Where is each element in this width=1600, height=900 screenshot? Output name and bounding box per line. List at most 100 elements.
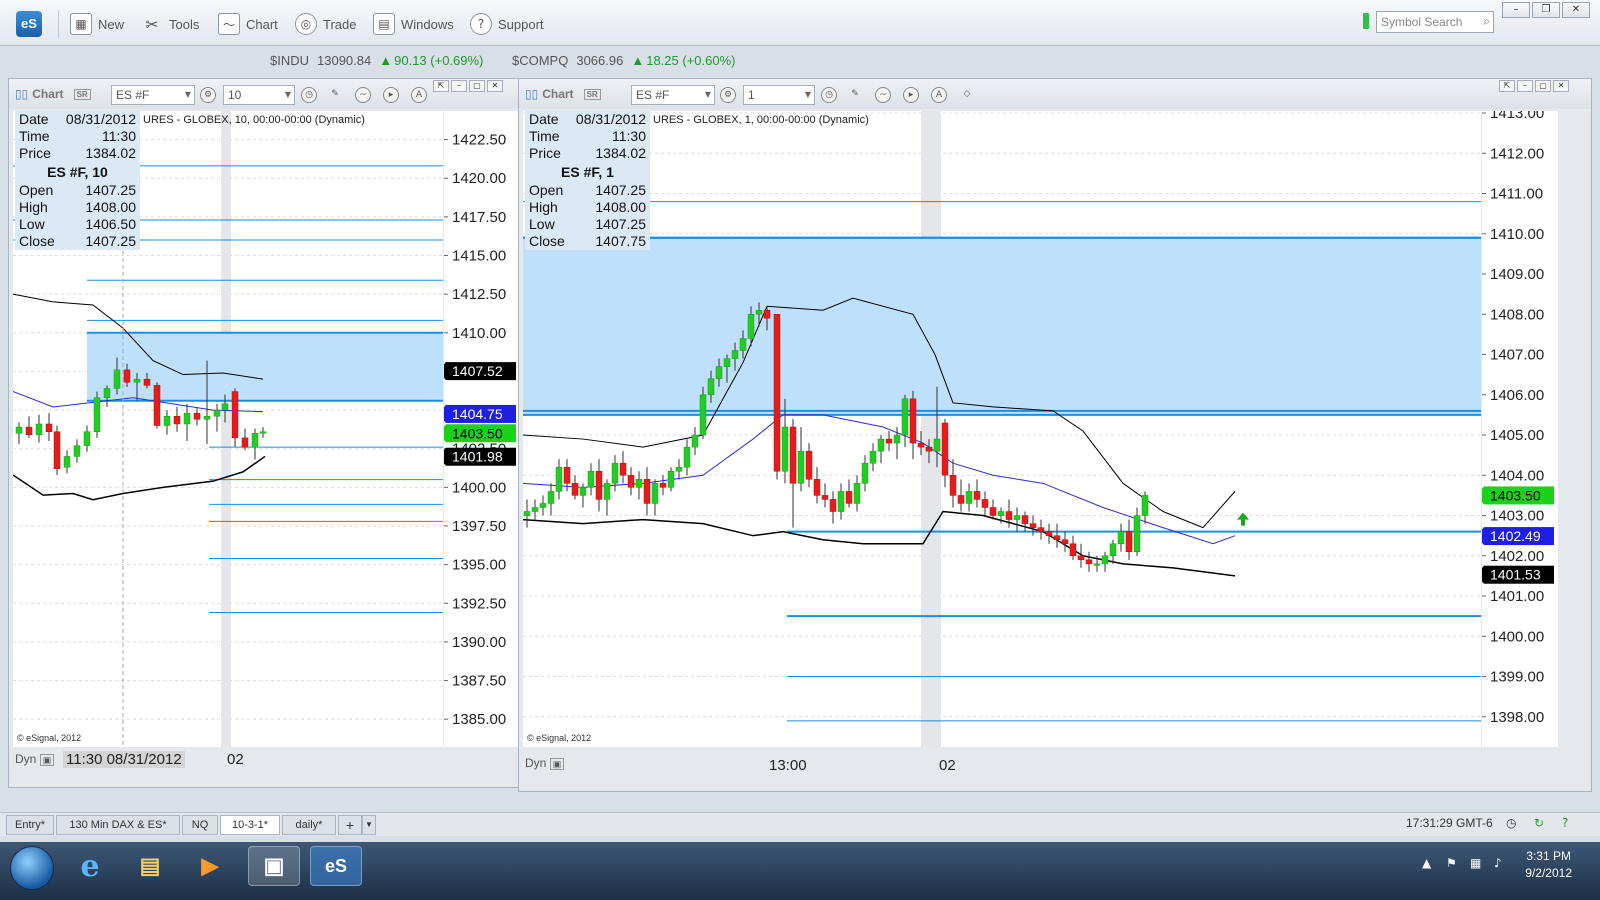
left-symbol-select[interactable]: ES #F ▼ <box>111 85 195 105</box>
down-candle <box>627 475 635 488</box>
symbol-search-input[interactable]: Symbol Search ⌕ <box>1376 11 1494 33</box>
left-interval-select[interactable]: 10 ▼ <box>223 85 295 105</box>
left-chart-header: ▯▯ Chart SR ES #F ▼ ⚙ 10 ▼ ◷ ✎ ~ ▸ A ⇱ – ▢… <box>9 79 525 109</box>
left-price-plot[interactable]: Date 08/31/2012 Time 11:30 Price 1384.02 ES… <box>13 111 443 747</box>
dw-close-label: Close <box>19 233 55 249</box>
pencil-icon[interactable]: ✎ <box>847 87 863 103</box>
right-chart-maximize-button[interactable]: ▢ <box>1535 80 1551 92</box>
refresh-status-icon[interactable]: ↻ <box>1534 816 1544 830</box>
up-candle <box>675 466 683 472</box>
tab-entry[interactable]: Entry* <box>6 815 54 835</box>
internet-explorer-icon[interactable]: e <box>64 846 116 886</box>
axis-tick-label: 1409.00 <box>1490 266 1544 283</box>
clock-icon[interactable]: ◷ <box>301 87 317 103</box>
down-candle <box>989 507 997 516</box>
restore-window-button[interactable]: ❐ <box>1532 2 1560 18</box>
right-data-window: Date 08/31/2012 Time 11:30 Price 1384.02 ES… <box>525 111 650 250</box>
left-chart-pin-button[interactable]: ⇱ <box>433 80 449 92</box>
right-dyn-button[interactable]: Dyn ▣ <box>525 756 565 770</box>
left-chart-legend: URES - GLOBEX, 10, 00:00-00:00 (Dynamic) <box>143 114 365 126</box>
axis-tick-label: 1420.00 <box>452 170 506 187</box>
clock-icon[interactable]: ◷ <box>821 87 837 103</box>
down-candle <box>1045 531 1053 536</box>
tools-icon: ✂ <box>145 14 159 34</box>
esignal-logo[interactable]: eS <box>16 11 42 37</box>
right-price-plot[interactable]: Date 08/31/2012 Time 11:30 Price 1384.02 ES… <box>523 111 1481 747</box>
tools-button[interactable]: ✂ Tools <box>141 12 199 36</box>
price-tag-pointer <box>438 447 446 466</box>
new-button[interactable]: ▦ New <box>70 12 124 36</box>
up-candle <box>251 433 259 448</box>
left-chart-minimize-button[interactable]: – <box>451 80 467 92</box>
search-icon[interactable]: ⌕ <box>1483 14 1490 29</box>
right-candlestick-chart[interactable] <box>523 111 1481 747</box>
clock-status-icon[interactable]: ◷ <box>1506 816 1516 830</box>
down-candle <box>925 446 933 452</box>
settings-gear-icon[interactable]: ⚙ <box>200 87 216 103</box>
annotation-icon[interactable]: A <box>411 87 427 103</box>
axis-tick-label: 1412.00 <box>1490 145 1544 162</box>
volume-icon[interactable]: ♪ <box>1494 856 1502 870</box>
right-chart-pin-button[interactable]: ⇱ <box>1499 80 1515 92</box>
left-chart-close-button[interactable]: ✕ <box>487 80 503 92</box>
right-price-axis[interactable]: 1413.00 1412.00 1411.00 1410.00 1409.00 1408.… <box>1476 105 1558 747</box>
flag-icon[interactable]: ⚑ <box>1446 856 1457 870</box>
settings-gear-icon[interactable]: ⚙ <box>720 87 736 103</box>
support-button[interactable]: ? Support <box>470 12 544 36</box>
play-icon[interactable]: ▸ <box>383 87 399 103</box>
left-price-axis[interactable]: 1422.50 1420.00 1417.50 1415.00 1412.50 1410.… <box>438 111 522 747</box>
support-button-label: Support <box>498 16 544 32</box>
show-hidden-icons-icon[interactable]: ▲ <box>1422 856 1431 870</box>
start-button[interactable] <box>10 846 54 890</box>
tab-nq[interactable]: NQ <box>182 815 218 835</box>
ticker-compq[interactable]: $COMPQ 3066.96 ▲ 18.25 (+0.60%) <box>512 50 735 70</box>
minimize-window-button[interactable]: – <box>1502 2 1530 18</box>
ticker-indu[interactable]: $INDU 13090.84 ▲ 90.13 (+0.69%) <box>270 50 483 70</box>
network-icon[interactable]: ▦ <box>1470 856 1481 870</box>
right-symbol-select[interactable]: ES #F ▼ <box>631 85 715 105</box>
help-status-icon[interactable]: ? <box>1562 816 1568 830</box>
chart-button[interactable]: 〜 Chart <box>218 12 278 36</box>
axis-tick-label: 1400.00 <box>452 479 506 496</box>
media-player-icon[interactable]: ▶ <box>184 846 236 886</box>
tab-10-3-1[interactable]: 10-3-1* <box>220 815 280 835</box>
right-chart-close-button[interactable]: ✕ <box>1553 80 1569 92</box>
left-time-tick: 02 <box>227 751 244 768</box>
tab-daily[interactable]: daily* <box>282 815 336 835</box>
right-interval-select[interactable]: 1 ▼ <box>743 85 815 105</box>
tab-130min-dax-es[interactable]: 130 Min DAX & ES* <box>56 815 180 835</box>
link-icon[interactable]: SR <box>583 88 601 100</box>
cursor-mode-icon[interactable]: ~ <box>355 87 371 103</box>
eraser-icon[interactable]: ◇ <box>959 87 975 103</box>
trade-button[interactable]: ◎ Trade <box>295 12 356 36</box>
up-candle <box>691 434 699 448</box>
taskbar-clock[interactable]: 3:31 PM 9/2/2012 <box>1525 848 1572 882</box>
pencil-icon[interactable]: ✎ <box>327 87 343 103</box>
windows-button[interactable]: ▤ Windows <box>373 12 454 36</box>
annotation-icon[interactable]: A <box>931 87 947 103</box>
right-chart-legend: URES - GLOBEX, 1, 00:00-00:00 (Dynamic) <box>653 114 869 126</box>
chart-icon: 〜 <box>218 13 240 35</box>
dw-low-label: Low <box>19 216 45 232</box>
dw-low-value: 1407.25 <box>595 216 646 232</box>
remote-desktop-icon[interactable]: ▣ <box>248 846 300 886</box>
close-window-button[interactable]: ✕ <box>1562 2 1590 18</box>
left-chart-maximize-button[interactable]: ▢ <box>469 80 485 92</box>
right-chart-minimize-button[interactable]: – <box>1517 80 1533 92</box>
file-explorer-icon[interactable]: ▤ <box>124 846 176 886</box>
add-tab-button[interactable]: + <box>338 815 362 835</box>
tab-list-dropdown[interactable]: ▼ <box>362 815 376 835</box>
up-candle <box>63 456 71 468</box>
link-icon[interactable]: SR <box>73 88 91 100</box>
ticker-symbol: $COMPQ <box>512 52 569 68</box>
left-symbol-value: ES #F <box>116 88 150 102</box>
right-interval-value: 1 <box>748 88 755 102</box>
esignal-taskbar-icon[interactable]: eS <box>310 846 362 886</box>
play-icon[interactable]: ▸ <box>903 87 919 103</box>
dw-date-value: 08/31/2012 <box>575 111 646 127</box>
symbol-search-placeholder: Symbol Search <box>1381 15 1463 29</box>
down-candle <box>973 491 981 500</box>
left-dyn-button[interactable]: Dyn ▣ <box>15 752 55 766</box>
cursor-mode-icon[interactable]: ~ <box>875 87 891 103</box>
chevron-down-icon: ▼ <box>704 90 711 99</box>
